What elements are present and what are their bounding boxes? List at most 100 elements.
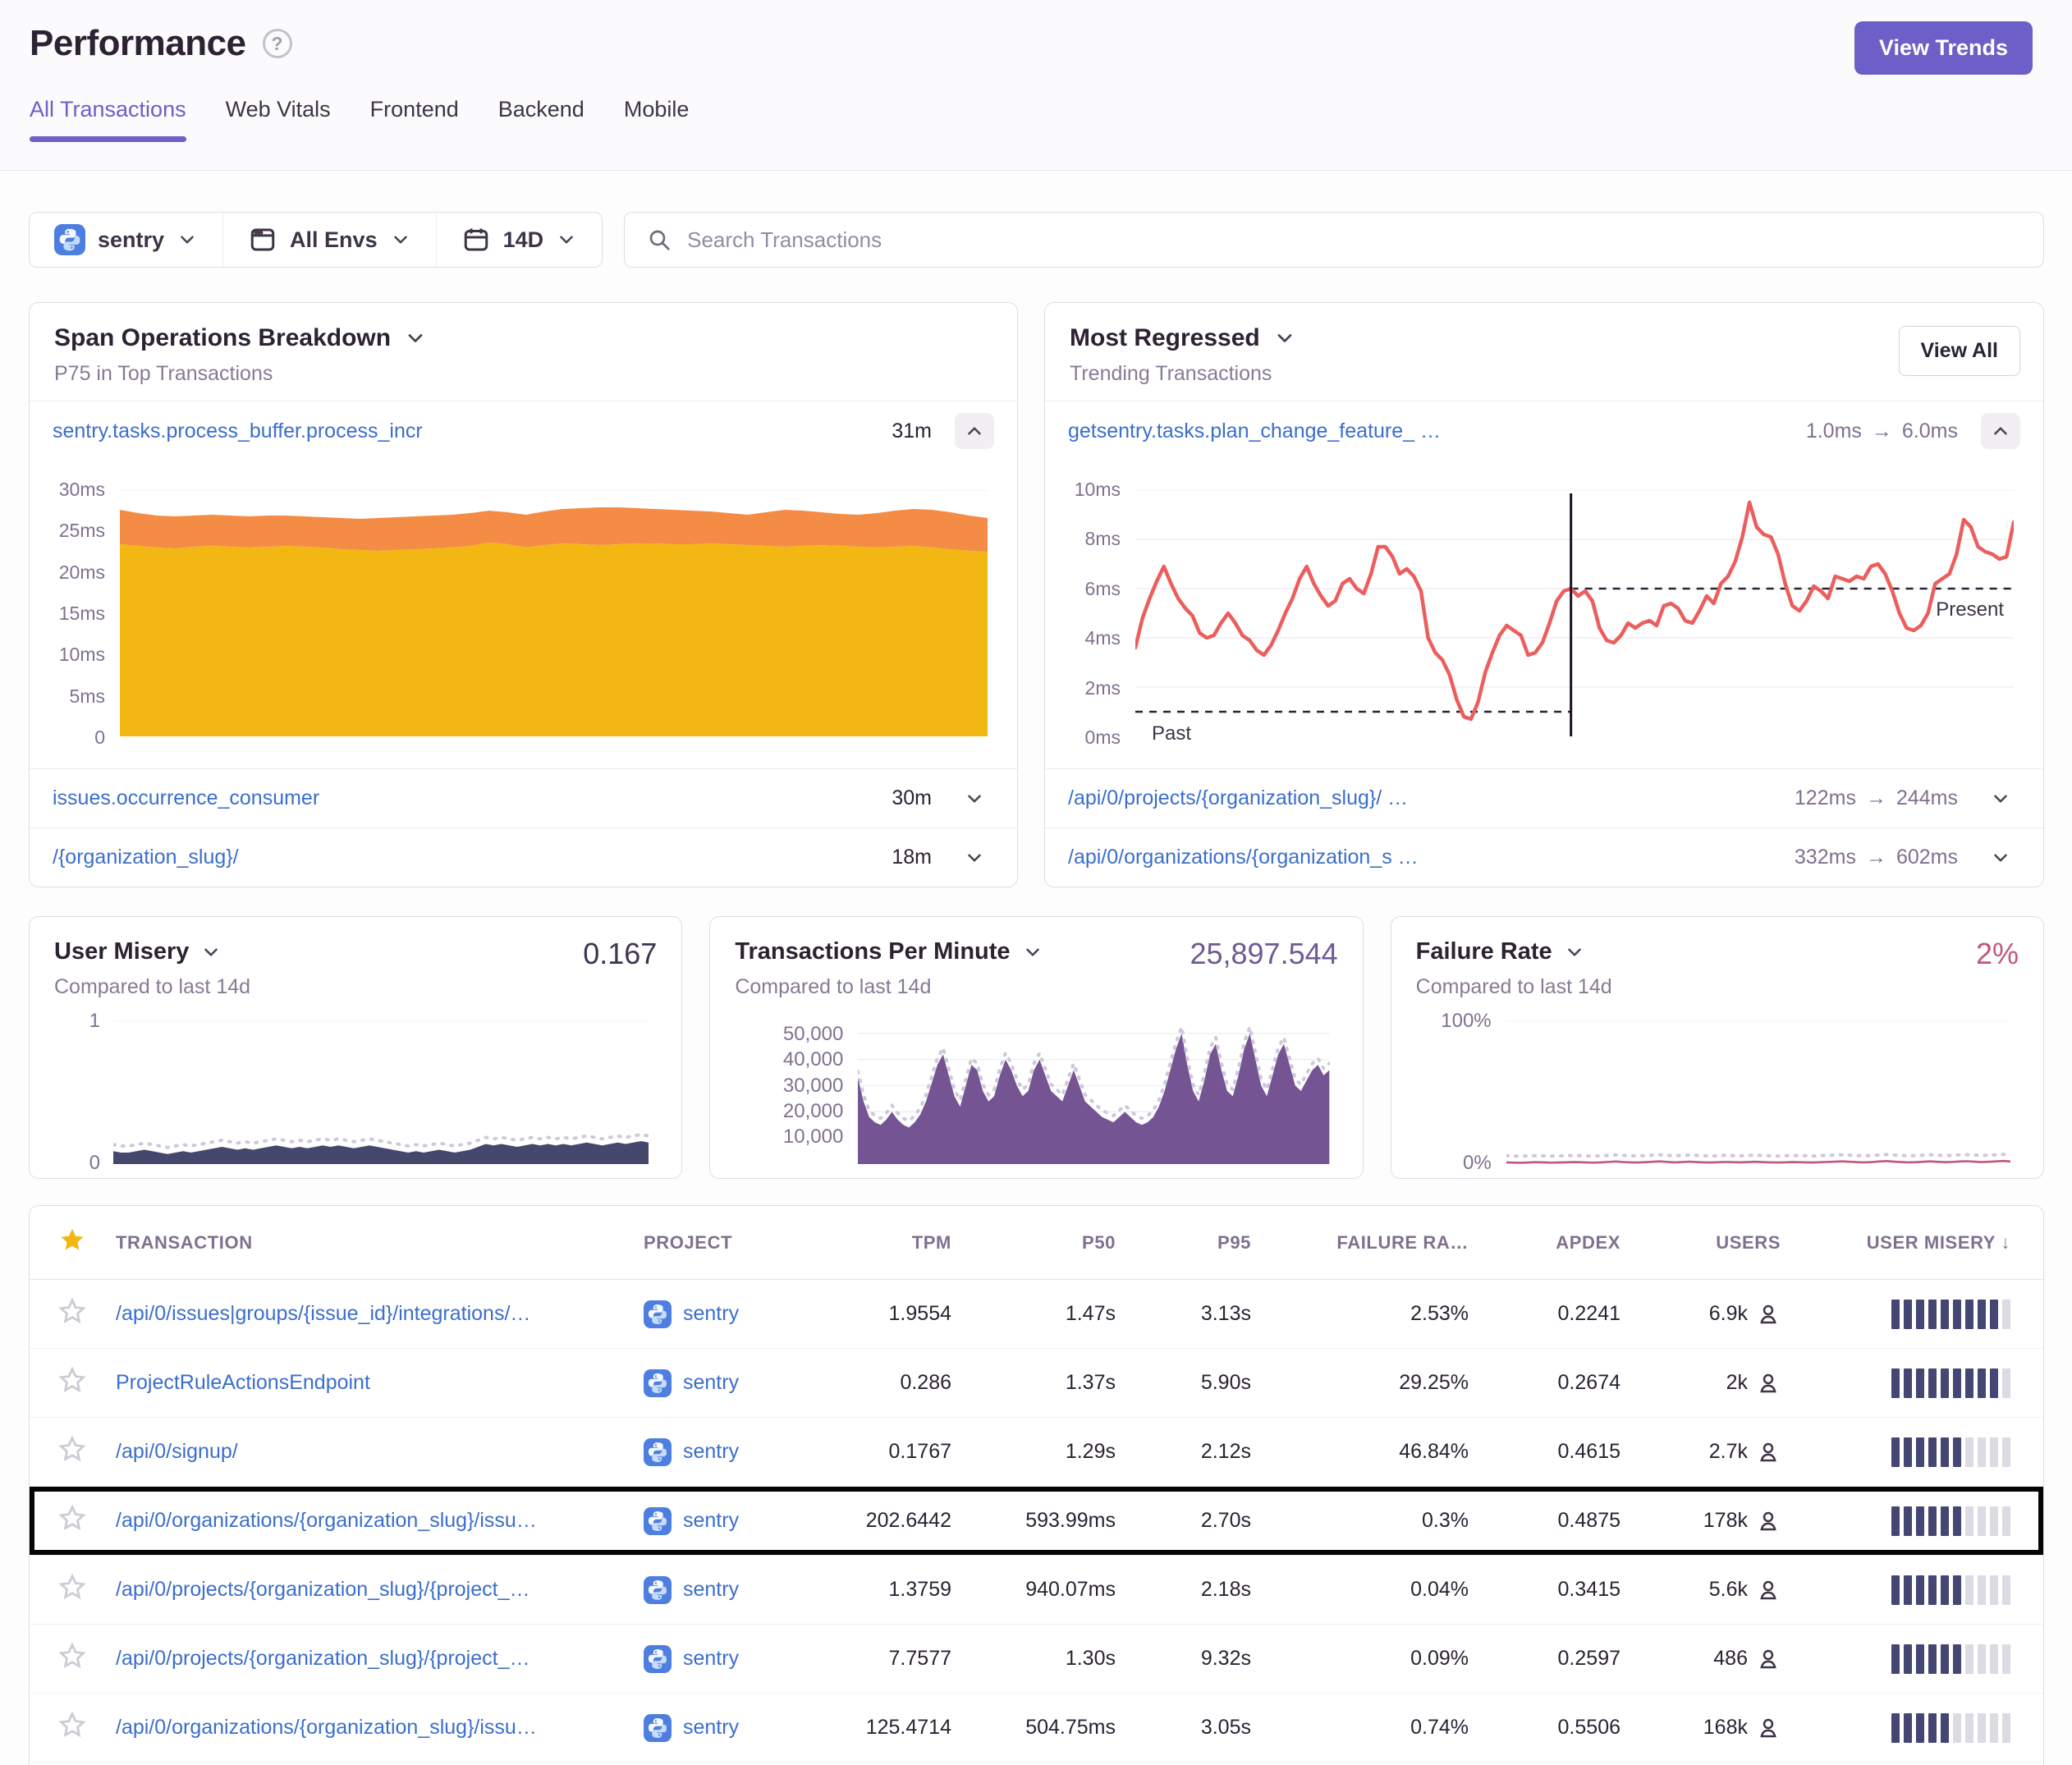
- star-outline-icon[interactable]: [58, 1643, 86, 1671]
- misery-bar: [1891, 1300, 1900, 1329]
- expand-button[interactable]: [1981, 840, 2020, 876]
- table-row[interactable]: /api/0/projects/{organization_slug}/{pro…: [30, 1556, 2043, 1625]
- star-outline-icon[interactable]: [58, 1574, 86, 1602]
- misery-bar: [1904, 1713, 1912, 1743]
- project-link[interactable]: sentry: [683, 1578, 739, 1602]
- column-header-users[interactable]: USERS: [1620, 1232, 1781, 1254]
- favorite-cell[interactable]: [58, 1574, 116, 1606]
- collapse-button[interactable]: [955, 413, 994, 449]
- users-count: 178k: [1703, 1509, 1748, 1533]
- project-link[interactable]: sentry: [683, 1302, 739, 1326]
- regression-from: 1.0ms: [1806, 419, 1862, 443]
- column-header-apdex[interactable]: APDEX: [1469, 1232, 1620, 1254]
- span-op-link[interactable]: /{organization_slug}/: [53, 846, 892, 869]
- chevron-down-icon: [964, 788, 985, 809]
- tab-label: Backend: [498, 97, 584, 121]
- axis-tick-label: 10ms: [1075, 479, 1121, 501]
- regressed-transaction-link[interactable]: /api/0/organizations/{organization_s …: [1068, 846, 1795, 869]
- axis-tick-label: 0%: [1463, 1152, 1492, 1175]
- project-link[interactable]: sentry: [683, 1509, 739, 1533]
- favorite-column-header[interactable]: [58, 1226, 116, 1258]
- project-filter-dropdown[interactable]: sentry: [30, 213, 222, 267]
- tab-label: Web Vitals: [226, 97, 331, 121]
- table-row[interactable]: /api/0/projects/{organization_slug}/{pro…: [30, 1625, 2043, 1694]
- transaction-link[interactable]: /api/0/issues|groups/{issue_id}/integrat…: [116, 1302, 644, 1326]
- favorite-cell[interactable]: [58, 1643, 116, 1675]
- column-header-failure-rate[interactable]: FAILURE RA…: [1251, 1232, 1469, 1254]
- python-icon: [644, 1645, 672, 1673]
- transaction-link[interactable]: /api/0/organizations/{organization_slug}…: [116, 1509, 644, 1533]
- python-icon: [644, 1576, 672, 1604]
- collapse-button[interactable]: [1981, 413, 2020, 449]
- project-link[interactable]: sentry: [683, 1440, 739, 1464]
- environment-filter-dropdown[interactable]: All Envs: [222, 213, 436, 267]
- question-mark-icon[interactable]: ?: [263, 29, 292, 58]
- misery-bar: [1953, 1368, 1961, 1398]
- tpm-value: 25,897.544: [1190, 937, 1337, 971]
- tpm-cell: 0.1767: [820, 1440, 951, 1464]
- star-outline-icon[interactable]: [58, 1367, 86, 1395]
- tab-backend[interactable]: Backend: [498, 97, 584, 142]
- table-row[interactable]: /api/0/signup/ sentry 0.1767 1.29s 2.12s…: [30, 1418, 2043, 1487]
- span-panel-title-dropdown[interactable]: Span Operations Breakdown: [54, 324, 992, 352]
- star-outline-icon[interactable]: [58, 1505, 86, 1533]
- column-header-transaction[interactable]: TRANSACTION: [116, 1232, 644, 1254]
- project-link[interactable]: sentry: [683, 1647, 739, 1671]
- transaction-link[interactable]: /api/0/organizations/{organization_slug}…: [116, 1716, 644, 1740]
- transaction-link[interactable]: /api/0/signup/: [116, 1440, 644, 1464]
- table-row[interactable]: /api/0/organizations/{organization_slug}…: [30, 1487, 2043, 1556]
- transaction-link[interactable]: ProjectRuleActionsEndpoint: [116, 1371, 644, 1395]
- favorite-cell[interactable]: [58, 1367, 116, 1399]
- column-header-tpm[interactable]: TPM: [820, 1232, 951, 1254]
- star-outline-icon[interactable]: [58, 1436, 86, 1464]
- tab-all-transactions[interactable]: All Transactions: [30, 97, 186, 142]
- span-op-link[interactable]: sentry.tasks.process_buffer.process_incr: [53, 419, 892, 443]
- transaction-link[interactable]: /api/0/projects/{organization_slug}/{pro…: [116, 1578, 644, 1602]
- view-all-button[interactable]: View All: [1899, 326, 2020, 376]
- axis-tick-label: 4ms: [1085, 627, 1121, 649]
- regressed-row-collapsed: /api/0/organizations/{organization_s … 3…: [1045, 827, 2043, 887]
- project-link[interactable]: sentry: [683, 1716, 739, 1740]
- expand-button[interactable]: [1981, 781, 2020, 817]
- misery-bar: [1978, 1300, 1986, 1329]
- search-transactions-box[interactable]: [624, 212, 2044, 268]
- tab-frontend[interactable]: Frontend: [370, 97, 459, 142]
- column-header-p50[interactable]: P50: [951, 1232, 1116, 1254]
- axis-tick-label: 1: [89, 1010, 100, 1033]
- favorite-cell[interactable]: [58, 1505, 116, 1537]
- span-op-link[interactable]: issues.occurrence_consumer: [53, 786, 892, 810]
- failure-rate-title-dropdown[interactable]: Failure Rate: [1416, 938, 2019, 965]
- tab-web-vitals[interactable]: Web Vitals: [226, 97, 331, 142]
- misery-bar: [1953, 1713, 1961, 1743]
- regressed-transaction-link[interactable]: /api/0/projects/{organization_slug}/ …: [1068, 786, 1795, 810]
- table-header-row: TRANSACTION PROJECT TPM P50 P95 FAILURE …: [30, 1206, 2043, 1280]
- view-trends-button[interactable]: View Trends: [1854, 21, 2033, 75]
- expand-button[interactable]: [955, 781, 994, 817]
- regressed-panel-title-dropdown[interactable]: Most Regressed: [1070, 324, 2019, 352]
- star-outline-icon[interactable]: [58, 1712, 86, 1740]
- column-header-p95[interactable]: P95: [1116, 1232, 1251, 1254]
- regressed-panel-subtitle: Trending Transactions: [1070, 362, 2019, 386]
- date-range-filter-dropdown[interactable]: 14D: [436, 213, 603, 267]
- table-row[interactable]: /api/0/issues|groups/{issue_id}/integrat…: [30, 1280, 2043, 1349]
- column-header-user-misery[interactable]: USER MISERY ↓: [1781, 1232, 2010, 1254]
- favorite-cell[interactable]: [58, 1712, 116, 1744]
- table-row[interactable]: ProjectRuleActionsEndpoint sentry 0.286 …: [30, 1349, 2043, 1418]
- user-misery-title-dropdown[interactable]: User Misery: [54, 938, 657, 965]
- user-icon: [1756, 1509, 1781, 1533]
- favorite-cell[interactable]: [58, 1298, 116, 1330]
- table-row[interactable]: /api/0/organizations/{organization_slug}…: [30, 1694, 2043, 1763]
- search-icon: [646, 227, 672, 253]
- favorite-cell[interactable]: [58, 1436, 116, 1468]
- regressed-transaction-link[interactable]: getsentry.tasks.plan_change_feature_ …: [1068, 419, 1806, 443]
- tab-mobile[interactable]: Mobile: [624, 97, 690, 142]
- misery-bar: [1990, 1575, 1998, 1605]
- p50-cell: 1.47s: [951, 1302, 1116, 1326]
- chevron-down-icon: [1990, 788, 2011, 809]
- expand-button[interactable]: [955, 840, 994, 876]
- column-header-project[interactable]: PROJECT: [644, 1232, 820, 1254]
- search-transactions-input[interactable]: [687, 227, 2022, 253]
- star-outline-icon[interactable]: [58, 1298, 86, 1326]
- transaction-link[interactable]: /api/0/projects/{organization_slug}/{pro…: [116, 1647, 644, 1671]
- project-link[interactable]: sentry: [683, 1371, 739, 1395]
